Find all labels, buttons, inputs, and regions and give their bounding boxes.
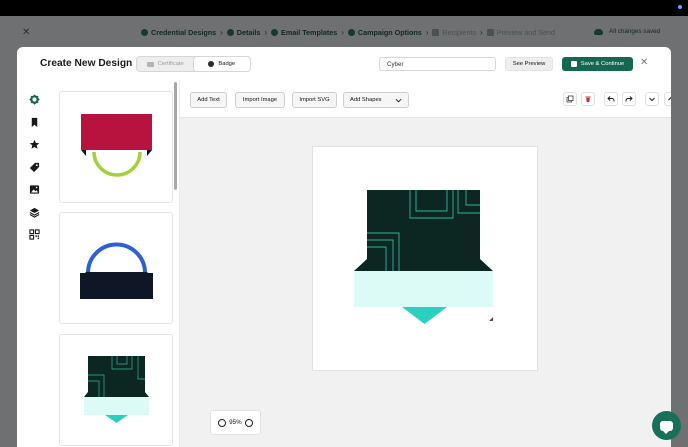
import-image-button[interactable]: Import Image <box>235 92 285 108</box>
qr-code-icon[interactable] <box>29 229 40 240</box>
cyber-badge-thumbnail <box>84 356 149 423</box>
gear-icon <box>226 29 234 36</box>
certificate-icon <box>146 61 154 67</box>
badge-icon[interactable] <box>29 94 40 105</box>
red-badge-thumbnail <box>81 114 152 177</box>
template-card-cyber-badge[interactable] <box>59 334 173 446</box>
cyber-badge-design <box>354 190 493 324</box>
bookmark-icon[interactable] <box>29 117 40 128</box>
breadcrumb-step: Recipients <box>432 28 476 37</box>
design-editor: Add Text Import Image Import SVG Add Sha… <box>180 80 671 447</box>
zoom-in-icon[interactable] <box>245 418 254 427</box>
browser-top-strip <box>0 0 688 16</box>
gear-icon <box>271 29 279 36</box>
design-type-toggle: Certificate Badge <box>136 56 251 72</box>
save-icon <box>570 61 577 67</box>
template-card-navy-badge[interactable] <box>59 212 173 324</box>
move-down-icon[interactable] <box>645 92 659 106</box>
save-continue-label: Save & Continue <box>580 61 625 67</box>
badge-tab-label: Badge <box>218 61 236 67</box>
breadcrumb-separator-icon: › <box>264 28 268 37</box>
tag-icon[interactable] <box>29 162 40 173</box>
breadcrumb-step[interactable]: Credential Designs <box>141 28 216 37</box>
navy-badge-thumbnail <box>80 242 153 299</box>
breadcrumb-separator-icon: › <box>341 28 344 37</box>
lock-icon <box>432 29 440 36</box>
save-status-text: All changes saved <box>609 28 661 35</box>
breadcrumb-label: Preview and Send <box>496 28 556 37</box>
breadcrumb-separator-icon: › <box>220 28 223 37</box>
chat-button[interactable] <box>652 411 681 440</box>
cloud-icon <box>594 28 603 35</box>
add-shapes-dropdown[interactable]: Add Shapes <box>343 92 409 108</box>
gear-icon <box>141 29 148 36</box>
breadcrumb-label: Recipients <box>442 28 477 37</box>
breadcrumb-label: Details <box>236 28 261 37</box>
breadcrumb-separator-icon: › <box>425 28 429 37</box>
breadcrumb-label: Credential Designs <box>151 28 217 37</box>
template-list-scrollbar[interactable] <box>174 82 177 190</box>
breadcrumb-step[interactable]: Campaign Options <box>347 28 422 37</box>
breadcrumb: Credential Designs › Details › Email Templat… <box>141 28 555 37</box>
create-design-modal: Create New Design Certificate Badge See … <box>17 47 671 447</box>
breadcrumb-label: Campaign Options <box>357 28 422 37</box>
move-up-icon[interactable] <box>664 92 671 106</box>
zoom-level: 95% <box>229 419 242 426</box>
save-status: All changes saved <box>594 28 660 35</box>
save-continue-button[interactable]: Save & Continue <box>562 57 633 71</box>
certificate-tab-label: Certificate <box>157 61 184 67</box>
see-preview-button[interactable]: See Preview <box>505 57 553 71</box>
certificate-tab[interactable]: Certificate <box>137 57 194 71</box>
zoom-control: 95% <box>210 410 261 435</box>
import-svg-button[interactable]: Import SVG <box>292 92 337 108</box>
zoom-out-icon[interactable] <box>217 418 226 427</box>
template-list <box>53 80 177 447</box>
image-icon[interactable] <box>29 184 40 195</box>
gear-icon <box>347 29 355 36</box>
tool-rail <box>17 80 53 447</box>
layers-icon[interactable] <box>29 207 40 218</box>
undo-icon[interactable] <box>604 92 618 106</box>
redo-icon[interactable] <box>622 92 636 106</box>
design-canvas[interactable] <box>313 147 537 370</box>
breadcrumb-label: Email Templates <box>281 28 338 37</box>
template-card-red-badge[interactable] <box>59 91 173 203</box>
modal-header: Create New Design Certificate Badge See … <box>17 47 671 80</box>
search-input[interactable] <box>379 57 496 71</box>
copy-icon[interactable] <box>563 92 577 106</box>
breadcrumb-step[interactable]: Email Templates <box>271 28 337 37</box>
modal-title: Create New Design <box>40 58 133 69</box>
badge-tab[interactable]: Badge <box>193 57 250 71</box>
modal-close-icon[interactable]: ✕ <box>640 58 648 68</box>
add-shapes-label: Add Shapes <box>350 97 382 103</box>
chat-icon <box>660 420 673 434</box>
chevron-down-icon <box>395 98 402 102</box>
breadcrumb-step[interactable]: Details <box>226 28 261 37</box>
star-icon[interactable] <box>29 139 40 150</box>
wizard-header: ✕ Credential Designs › Details › Email Templ… <box>0 16 688 50</box>
status-dot <box>678 5 682 9</box>
breadcrumb-separator-icon: › <box>480 28 483 37</box>
breadcrumb-step: Preview and Send <box>486 28 556 37</box>
add-text-button[interactable]: Add Text <box>190 92 227 108</box>
badge-icon <box>208 61 215 67</box>
close-icon[interactable]: ✕ <box>22 28 32 38</box>
delete-icon[interactable] <box>581 92 595 106</box>
editor-toolbar: Add Text Import Image Import SVG Add Sha… <box>180 80 671 118</box>
lock-icon <box>486 29 494 36</box>
